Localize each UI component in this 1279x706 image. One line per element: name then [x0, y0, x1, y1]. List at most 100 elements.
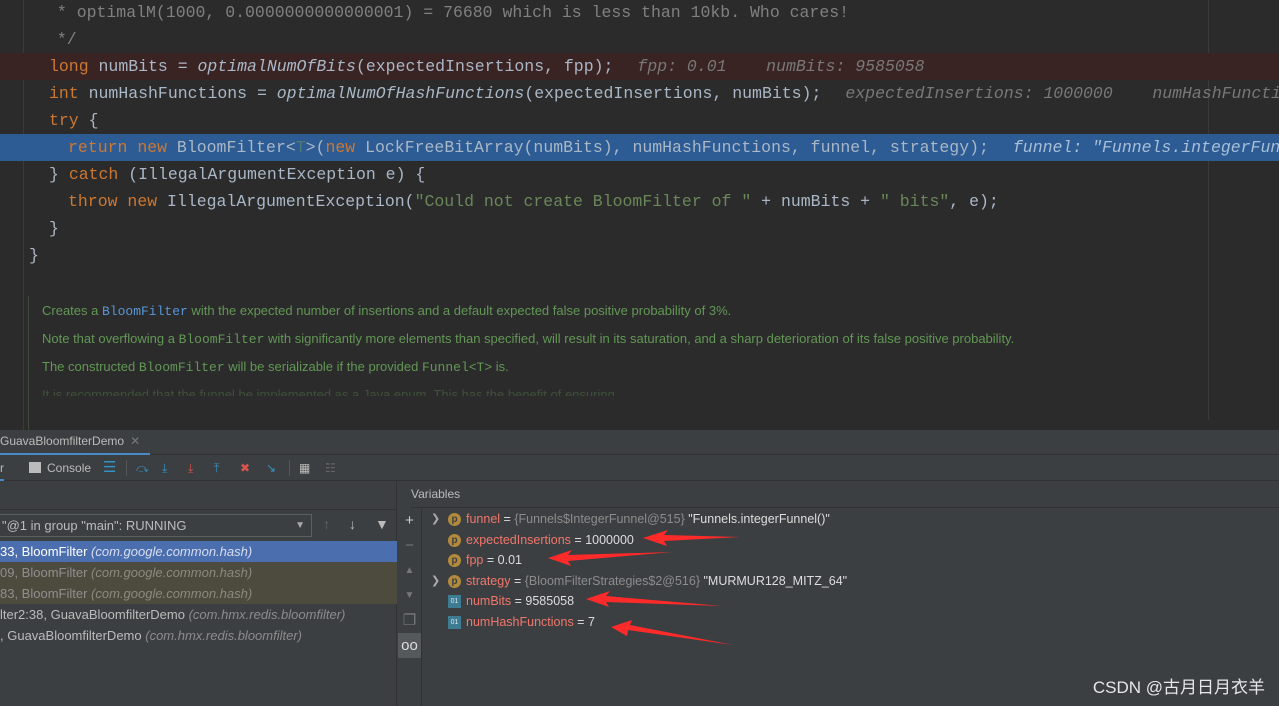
code-token: " bits"	[879, 192, 950, 211]
stack-frame[interactable]: 83, BloomFilter (com.google.common.hash)	[0, 583, 397, 604]
console-label: Console	[47, 461, 92, 475]
code-line[interactable]: }	[0, 242, 1279, 269]
stack-frame[interactable]: 33, BloomFilter (com.google.common.hash)	[0, 541, 397, 562]
code-token: throw	[68, 192, 118, 211]
doc-text: is.	[492, 359, 509, 374]
doc-text: Note that overflowing a	[42, 331, 179, 346]
arrow-down-icon[interactable]: ↓	[349, 516, 356, 532]
glasses-icon[interactable]: oo	[398, 633, 421, 658]
frame-location: 33, BloomFilter	[0, 544, 92, 559]
frame-package: (com.hmx.redis.bloomfilter)	[145, 628, 302, 643]
evaluate-expression-icon[interactable]: ▦	[299, 459, 310, 477]
stack-frame[interactable]: 09, BloomFilter (com.google.common.hash)	[0, 562, 397, 583]
watermark: CSDN @古月日月衣羊	[1092, 678, 1265, 697]
code-token: catch	[68, 165, 119, 184]
tab-debugger[interactable]: r	[0, 459, 4, 481]
close-icon[interactable]: ✕	[130, 434, 140, 448]
code-token: + numBits +	[751, 192, 880, 211]
code-token: LockFreeBitArray(numBits), numHashFuncti…	[355, 138, 989, 157]
run-to-cursor-icon[interactable]: ↘	[266, 459, 276, 477]
code-lines: * optimalM(1000, 0.0000000000000001) = 7…	[0, 0, 1279, 269]
copy-icon[interactable]: ❐	[398, 608, 421, 633]
drop-frame-icon[interactable]: ✖	[240, 459, 250, 477]
step-into-icon[interactable]: ⤓	[162, 459, 167, 477]
code-line[interactable]: } catch (IllegalArgumentException e) {	[0, 161, 1279, 188]
code-editor[interactable]: * optimalM(1000, 0.0000000000000001) = 7…	[0, 0, 1279, 430]
doc-text-cut: It is recommended that the funnel be imp…	[42, 387, 615, 396]
force-step-into-icon[interactable]: ⤓	[188, 459, 193, 477]
variables-title: Variables	[411, 487, 461, 501]
tab-debug-session[interactable]: GuavaBloomfilterDemo ✕	[0, 430, 151, 455]
primitive-icon: 01	[448, 615, 461, 629]
doc-text: Creates a	[42, 303, 102, 318]
code-token: }	[29, 246, 39, 265]
code-line[interactable]: int numHashFunctions = optimalNumOfHashF…	[0, 80, 1279, 107]
code-token: {	[78, 111, 99, 130]
code-line[interactable]: return new BloomFilter<T>(new LockFreeBi…	[0, 134, 1279, 161]
code-token: * optimalM(1000, 0.0000000000000001) = 7…	[47, 3, 850, 22]
move-down-icon[interactable]: ▼	[398, 583, 421, 608]
code-token: return	[68, 138, 128, 157]
code-line[interactable]: try {	[0, 107, 1279, 134]
code-token: (IllegalArgumentException e) {	[118, 165, 426, 184]
variable-name: funnel	[466, 512, 501, 526]
code-line[interactable]: */	[0, 26, 1279, 53]
step-over-icon[interactable]: ⤼	[136, 459, 149, 477]
frame-location: 09, BloomFilter	[0, 565, 92, 580]
step-out-icon[interactable]: ⤒	[214, 459, 219, 477]
add-icon[interactable]: +	[398, 508, 421, 533]
doc-code: Funnel<T>	[421, 360, 493, 375]
thread-selector[interactable]: "@1 in group "main": RUNNING ▼	[0, 514, 312, 537]
code-token: numBits =	[88, 57, 198, 76]
parameter-icon: p	[448, 574, 461, 588]
variables-list: ❯ p funnel = {Funnels$IntegerFunnel@515} "…	[423, 509, 847, 632]
code-line[interactable]: long numBits = optimalNumOfBits(expected…	[0, 53, 1279, 80]
trace-icon[interactable]: ☷	[325, 459, 336, 477]
doc-link-bloomfilter[interactable]: BloomFilter	[102, 304, 188, 319]
variable-row[interactable]: 01 numHashFunctions = 7	[423, 612, 847, 633]
variable-type: {BloomFilterStrategies$2@516}	[524, 573, 701, 588]
code-token: BloomFilter<	[167, 138, 296, 157]
variable-name: numBits	[466, 594, 512, 608]
variables-side-toolbar: + − ▲ ▼ ❐ oo	[398, 508, 422, 706]
inline-debug-value: funnel: "Funnels.integerFunnel()"	[1012, 138, 1279, 157]
variable-row[interactable]: ❯ p funnel = {Funnels$IntegerFunnel@515} "…	[423, 509, 847, 530]
chevron-right-icon[interactable]: ❯	[431, 571, 440, 592]
frames-list: 33, BloomFilter (com.google.common.hash)…	[0, 541, 397, 646]
variable-name: expectedInsertions	[466, 532, 571, 547]
variable-row[interactable]: p expectedInsertions = 1000000	[423, 530, 847, 551]
variable-row[interactable]: ❯ p strategy = {BloomFilterStrategies$2@51…	[423, 571, 847, 592]
doc-text: with the expected number of insertions a…	[187, 303, 732, 318]
parameter-icon: p	[448, 533, 461, 547]
variable-value: "MURMUR128_MITZ_64"	[700, 573, 848, 588]
stack-frame[interactable]: lter2:38, GuavaBloomfilterDemo (com.hmx.…	[0, 604, 397, 625]
code-token: new	[325, 138, 356, 157]
inline-debug-value: expectedInsertions: 1000000 numHashFunct…	[845, 84, 1279, 103]
variable-name: strategy	[466, 573, 511, 588]
debug-panel: GuavaBloomfilterDemo ✕ r Console ☰ ⤼ ⤓ ⤓ …	[0, 430, 1279, 706]
remove-icon[interactable]: −	[398, 533, 421, 558]
frame-location: lter2:38, GuavaBloomfilterDemo	[0, 607, 189, 622]
arrow-up-icon[interactable]: ↑	[323, 516, 330, 532]
tab-console[interactable]: Console	[29, 459, 91, 477]
code-token: (expectedInsertions, fpp);	[355, 57, 614, 76]
code-token: "Could not create BloomFilter of "	[414, 192, 752, 211]
filter-icon[interactable]: ▼	[375, 516, 389, 532]
variable-row[interactable]: p fpp = 0.01	[423, 550, 847, 571]
code-line[interactable]: }	[0, 215, 1279, 242]
chevron-right-icon[interactable]: ❯	[431, 509, 440, 530]
move-up-icon[interactable]: ▲	[398, 558, 421, 583]
tab-label: GuavaBloomfilterDemo	[0, 434, 125, 448]
code-token: IllegalArgumentException(	[157, 192, 415, 211]
stack-frame[interactable]: , GuavaBloomfilterDemo (com.hmx.redis.bl…	[0, 625, 397, 646]
code-token: T	[295, 138, 306, 157]
code-token: */	[47, 30, 77, 49]
code-line[interactable]: throw new IllegalArgumentException("Coul…	[0, 188, 1279, 215]
console-icon	[29, 462, 41, 473]
chevron-down-icon: ▼	[295, 520, 305, 531]
variable-row[interactable]: 01 numBits = 9585058	[423, 591, 847, 612]
code-line[interactable]: * optimalM(1000, 0.0000000000000001) = 7…	[0, 0, 1279, 26]
doc-code: BloomFilter	[138, 360, 225, 375]
layout-icon[interactable]: ☰	[103, 459, 116, 477]
code-token: optimalNumOfHashFunctions	[276, 84, 525, 103]
